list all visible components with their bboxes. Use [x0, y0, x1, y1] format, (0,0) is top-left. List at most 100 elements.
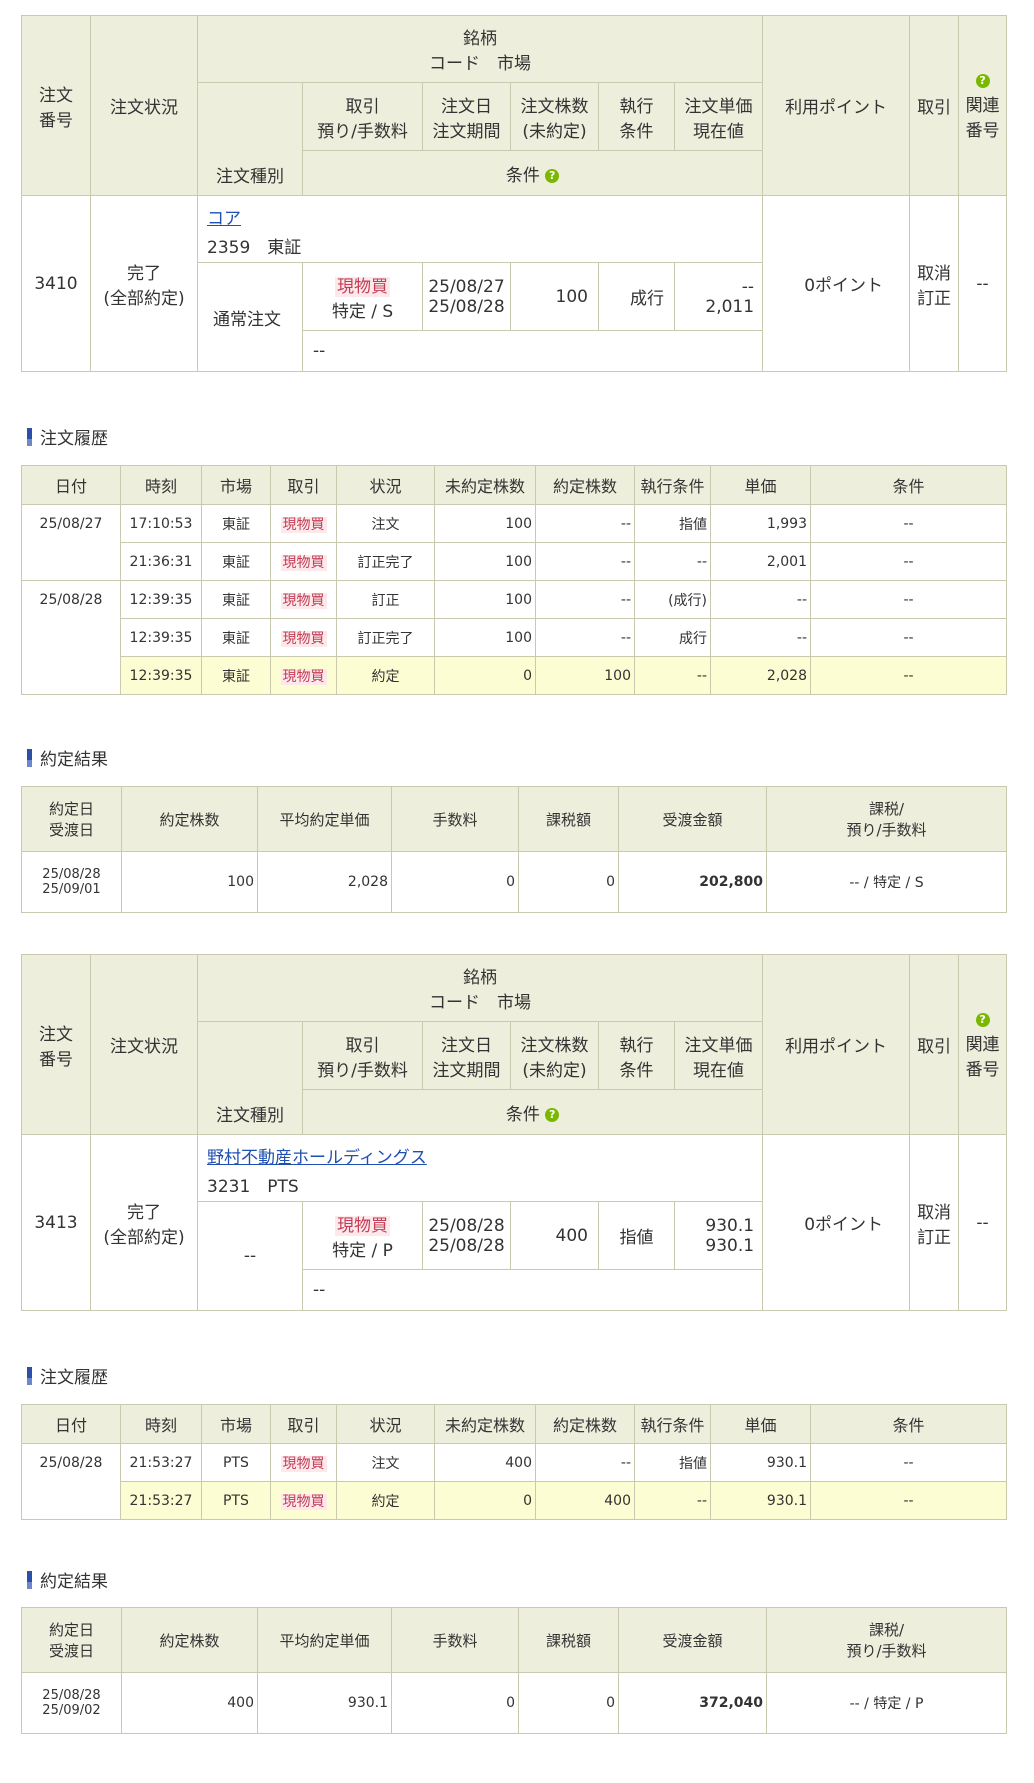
result-table: 約定日 受渡日 約定株数 平均約定単価 手数料 課税額 受渡金額 課税/ 預り/手数料 25… [21, 786, 1007, 913]
help-icon[interactable]: ? [975, 73, 990, 88]
result-title-text: 約定結果 [40, 750, 108, 770]
history-market: PTS [201, 1481, 271, 1520]
header-order-type: 注文種別 [197, 1021, 303, 1135]
trade-badge: 現物買 [335, 1215, 390, 1236]
cancel-correct-link[interactable]: 取消 訂正 [909, 1134, 960, 1311]
result-account: -- / 特定 / P [766, 1672, 1007, 1734]
order-table: 注文 番号 注文状況 銘柄 コード 市場 利用ポイント 取引 ? 関連 番号 注… [21, 15, 1008, 372]
order-date: 25/08/27 25/08/28 [422, 262, 511, 331]
header-code-market: コード 市場 [429, 993, 532, 1013]
history-unfilled: 100 [434, 542, 536, 581]
history-title: 注文履歴 [27, 1363, 108, 1388]
header-status: 注文状況 [90, 954, 198, 1135]
order-qty: 100 [510, 262, 599, 331]
result-dates: 25/08/28 25/09/01 [21, 851, 122, 913]
help-icon[interactable]: ? [545, 1107, 560, 1122]
result-table: 約定日 受渡日 約定株数 平均約定単価 手数料 課税額 受渡金額 課税/ 預り/手数料 25… [21, 1607, 1007, 1734]
header-brand: 銘柄 コード 市場 [196, 15, 764, 83]
condition-value: -- [301, 330, 764, 372]
history-status: 訂正完了 [336, 618, 435, 657]
result-header-row: 約定日 受渡日 約定株数 平均約定単価 手数料 課税額 受渡金額 課税/ 預り/手数料 [21, 1607, 1007, 1673]
history-market: 東証 [201, 504, 271, 543]
history-table: 日付 時刻 市場 取引 状況 未約定株数 約定株数 執行条件 単価 条件 25/08/28 21:5… [21, 1404, 1007, 1520]
history-time: 12:39:35 [120, 618, 202, 657]
brand-cell: コア 2359 東証 [196, 195, 764, 263]
result-col-header: 課税/ 預り/手数料 [766, 1607, 1007, 1673]
history-filled: -- [535, 618, 635, 657]
help-icon[interactable]: ? [545, 168, 560, 183]
history-exec: 指値 [634, 1443, 711, 1482]
history-price: 2,028 [710, 656, 811, 695]
result-tax: 0 [518, 851, 619, 913]
history-col-header: 条件 [810, 465, 1007, 505]
order-no: 3413 [21, 1134, 91, 1311]
header-related: ? 関連 番号 [958, 954, 1008, 1135]
history-cond: -- [810, 504, 1007, 543]
history-col-header: 日付 [21, 465, 121, 505]
history-status: 約定 [336, 656, 435, 695]
result-col-header: 約定日 受渡日 [21, 786, 122, 852]
trade-badge: 現物買 [280, 516, 327, 533]
history-title: 注文履歴 [27, 424, 108, 449]
header-cancel: 取引 [909, 954, 960, 1135]
history-row: 25/08/27 17:10:53 東証 現物買 注文 100 -- 指値 1,993 -- [21, 504, 1007, 581]
history-status: 注文 [336, 1443, 435, 1482]
section-bar-icon [27, 748, 32, 767]
history-row: 25/08/28 21:53:27 PTS 現物買 注文 400 -- 指値 930.1 -- [21, 1443, 1007, 1520]
order-qty: 400 [510, 1201, 599, 1270]
history-cond: -- [810, 1443, 1007, 1482]
history-col-header: 執行条件 [634, 465, 711, 505]
result-amount: 372,040 [618, 1672, 767, 1734]
result-title: 約定結果 [27, 1567, 108, 1592]
help-icon[interactable]: ? [975, 1012, 990, 1027]
section-bar-icon [27, 1570, 32, 1589]
result-col-header: 課税額 [518, 1607, 619, 1673]
result-col-header: 受渡金額 [618, 786, 767, 852]
brand-link[interactable]: 野村不動産ホールディングス [207, 1148, 427, 1168]
header-trade: 取引 預り/手数料 [302, 1021, 423, 1090]
result-col-header: 約定株数 [121, 786, 258, 852]
history-unfilled: 0 [434, 656, 536, 695]
history-time: 12:39:35 [120, 656, 202, 695]
history-trade: 現物買 [270, 656, 337, 695]
result-col-header: 約定日 受渡日 [21, 1607, 122, 1673]
history-unfilled: 0 [434, 1481, 536, 1520]
history-unfilled: 100 [434, 504, 536, 543]
result-col-header: 平均約定単価 [257, 786, 392, 852]
result-row: 25/08/28 25/09/01 100 2,028 0 0 202,800 -- / 特… [21, 851, 1007, 913]
history-market: PTS [201, 1443, 271, 1482]
result-col-header: 課税/ 預り/手数料 [766, 786, 1007, 852]
history-date: 25/08/28 [21, 1443, 121, 1520]
history-row: 21:53:27 PTS 現物買 約定 0 400 -- 930.1 -- [22, 1481, 1007, 1520]
result-fee: 0 [391, 1672, 519, 1734]
header-related-label: 関連 番号 [965, 95, 1000, 141]
cancel-correct-link[interactable]: 取消 訂正 [909, 195, 960, 372]
history-col-header: 未約定株数 [434, 465, 536, 505]
history-time: 12:39:35 [120, 580, 202, 619]
history-exec: -- [634, 1481, 711, 1520]
history-filled: 100 [535, 656, 635, 695]
history-trade: 現物買 [270, 618, 337, 657]
history-trade: 現物買 [270, 1481, 337, 1520]
brand-link[interactable]: コア [207, 209, 241, 229]
history-status: 注文 [336, 504, 435, 543]
header-related: ? 関連 番号 [958, 15, 1008, 196]
order-table: 注文 番号 注文状況 銘柄 コード 市場 利用ポイント 取引 ? 関連 番号 注… [21, 954, 1008, 1311]
header-brand-label: 銘柄 [463, 29, 498, 49]
header-exec: 執行 条件 [598, 1021, 675, 1090]
result-qty: 400 [121, 1672, 258, 1734]
header-condition-label: 条件 [505, 165, 540, 186]
result-tax: 0 [518, 1672, 619, 1734]
condition-value: -- [301, 1269, 764, 1311]
history-time: 21:53:27 [120, 1443, 202, 1482]
trade-badge: 現物買 [280, 554, 327, 571]
history-cond: -- [810, 580, 1007, 619]
header-condition: 条件 ? [301, 1089, 764, 1135]
history-col-header: 時刻 [120, 465, 202, 505]
history-status: 約定 [336, 1481, 435, 1520]
header-points: 利用ポイント [762, 954, 911, 1135]
history-status: 訂正完了 [336, 542, 435, 581]
history-price: -- [710, 618, 811, 657]
history-row: 12:39:35 東証 現物買 約定 0 100 -- 2,028 -- [22, 656, 1007, 695]
history-col-header: 取引 [270, 465, 337, 505]
